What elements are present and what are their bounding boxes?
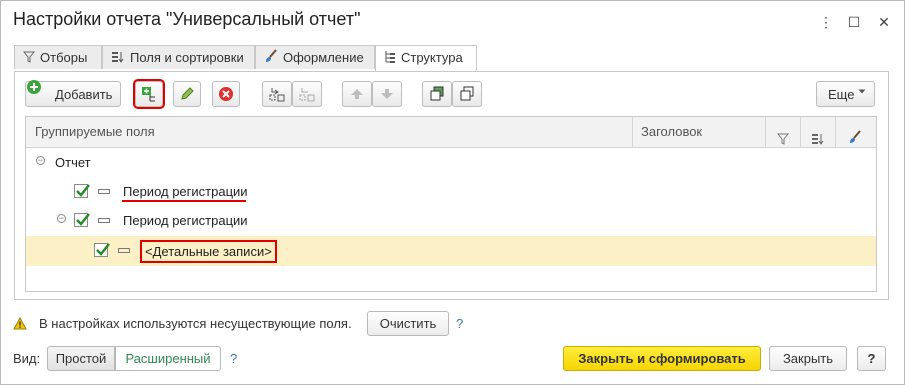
collapse-icon[interactable]: −	[36, 156, 45, 165]
checkmark-icon	[76, 184, 90, 197]
tab-label: Отборы	[40, 50, 88, 65]
row-checkbox[interactable]	[94, 243, 110, 257]
tab-filters[interactable]: Отборы	[14, 45, 102, 69]
row-checkbox[interactable]	[74, 213, 90, 227]
maximize-icon[interactable]: ☐	[843, 11, 865, 33]
red-underline	[122, 200, 246, 202]
group-button[interactable]	[262, 81, 292, 107]
view-extended-button[interactable]: Расширенный	[115, 346, 221, 371]
column-design[interactable]	[836, 117, 876, 147]
column-title[interactable]: Заголовок	[633, 117, 766, 147]
column-grouped-fields[interactable]: Группируемые поля	[26, 117, 633, 147]
clear-button[interactable]: Очистить	[367, 311, 449, 336]
view-simple-button[interactable]: Простой	[47, 346, 115, 371]
tab-label: Поля и сортировки	[130, 50, 244, 65]
help-link[interactable]: ?	[456, 316, 463, 331]
settings-window: Настройки отчета "Универсальный отчет" ⋮…	[0, 0, 905, 385]
row-label: <Детальные записи>	[140, 240, 277, 263]
tab-label: Оформление	[283, 50, 364, 65]
checkmark-icon	[96, 243, 110, 256]
row-checkbox[interactable]	[74, 184, 90, 198]
tab-label: Структура	[401, 50, 463, 65]
tree-row-period-2[interactable]: − Период регистрации	[26, 207, 876, 235]
row-label: Отчет	[55, 155, 91, 170]
view-help-link[interactable]: ?	[230, 351, 237, 366]
edit-button[interactable]	[173, 81, 201, 107]
tab-fields-sort[interactable]: Поля и сортировки	[102, 45, 255, 69]
move-down-button[interactable]	[372, 81, 402, 107]
window-title: Настройки отчета "Универсальный отчет"	[13, 9, 361, 29]
warning-icon	[13, 316, 27, 333]
tab-design[interactable]: Оформление	[255, 45, 375, 69]
help-button[interactable]: ?	[857, 346, 886, 371]
field-icon	[98, 189, 110, 194]
close-button[interactable]: Закрыть	[769, 346, 847, 371]
row-label: Период регистрации	[123, 213, 248, 228]
column-sort[interactable]	[801, 117, 836, 147]
copy-button[interactable]	[422, 81, 452, 107]
delete-button[interactable]	[212, 81, 240, 107]
structure-icon	[384, 47, 396, 71]
grid-header: Группируемые поля Заголовок	[26, 117, 876, 148]
tree-row-report[interactable]: − Отчет	[26, 149, 876, 177]
fields-sort-icon	[111, 47, 125, 71]
filter-icon	[22, 47, 36, 71]
close-icon[interactable]: ✕	[873, 11, 895, 33]
tree-row-detail-records[interactable]: <Детальные записи>	[26, 236, 876, 266]
brush-icon	[264, 47, 278, 71]
structure-grid: Группируемые поля Заголовок − Отчет Пери…	[25, 116, 877, 292]
add-button-label: Добавить	[55, 87, 113, 102]
column-filter[interactable]	[766, 117, 801, 147]
field-icon	[118, 248, 130, 253]
more-button[interactable]: Еще	[816, 81, 875, 107]
close-and-generate-button[interactable]: Закрыть и сформировать	[563, 346, 761, 371]
field-icon	[98, 218, 110, 223]
more-button-label: Еще	[828, 87, 855, 102]
add-button[interactable]: Добавить	[25, 80, 121, 107]
ungroup-button[interactable]	[292, 81, 322, 107]
add-grouping-button[interactable]	[133, 79, 165, 109]
collapse-icon[interactable]: −	[57, 214, 66, 223]
view-label: Вид:	[13, 351, 41, 366]
tab-structure[interactable]: Структура	[375, 45, 477, 72]
duplicate-button[interactable]	[452, 81, 482, 107]
checkmark-icon	[76, 213, 90, 226]
move-up-button[interactable]	[342, 81, 372, 107]
warning-text: В настройках используются несуществующие…	[39, 316, 352, 331]
more-vertical-icon[interactable]: ⋮	[815, 11, 837, 33]
row-label: Период регистрации	[123, 184, 248, 199]
tree-row-period-1[interactable]: Период регистрации	[26, 178, 876, 206]
